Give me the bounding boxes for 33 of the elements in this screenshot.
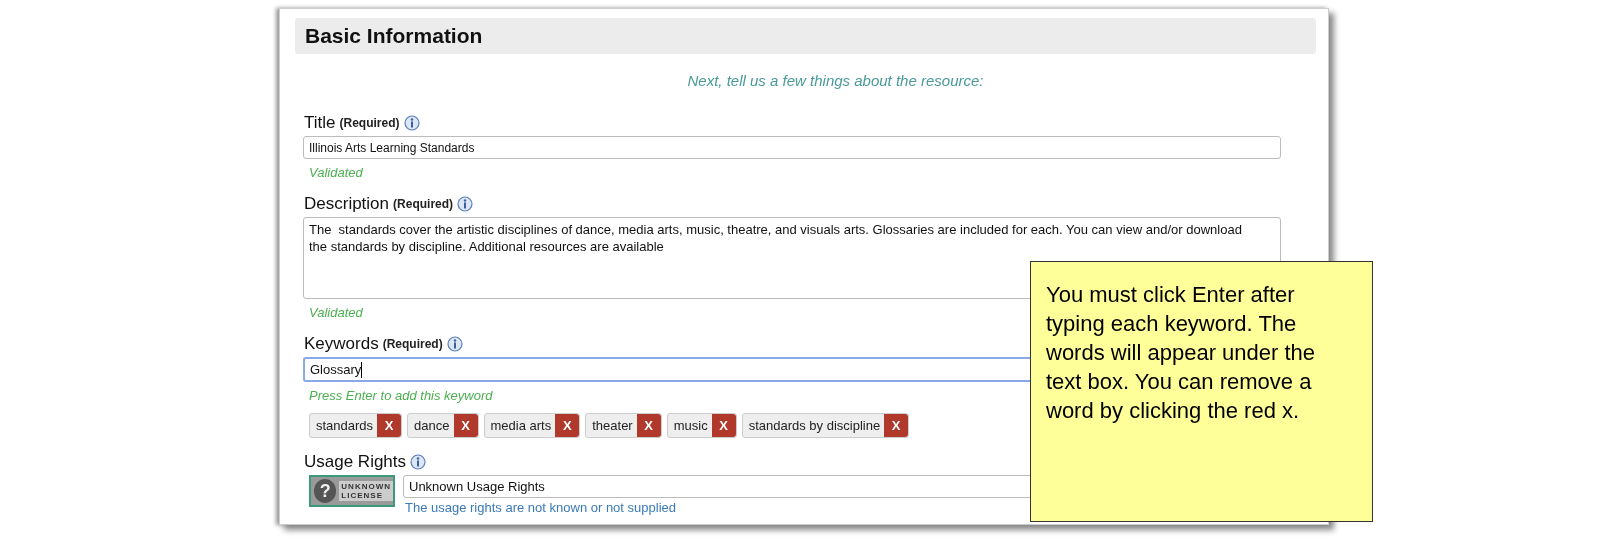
field-label: Description xyxy=(304,194,390,214)
remove-tag-button[interactable]: X xyxy=(884,414,909,437)
required-note: (Required) xyxy=(339,116,400,130)
title-field[interactable]: Illinois Arts Learning Standards xyxy=(303,136,1281,159)
rights-note: The usage rights are not known or not supplied xyxy=(405,500,677,515)
field-label: Keywords xyxy=(304,334,379,354)
field-label: Usage Rights xyxy=(304,452,407,472)
validation-message: Validated xyxy=(309,165,363,180)
tag-label: standards by discipline xyxy=(748,418,881,433)
remove-tag-button[interactable]: X xyxy=(453,414,478,437)
tag-label: music xyxy=(673,418,708,433)
question-mark: ? xyxy=(314,479,337,503)
tag-label: theater xyxy=(592,418,633,433)
info-icon[interactable] xyxy=(410,454,427,470)
required-note: (Required) xyxy=(382,337,443,351)
info-icon[interactable] xyxy=(446,336,463,352)
tag-label: dance xyxy=(414,418,450,433)
required-note: (Required) xyxy=(393,197,454,211)
field-label: Title xyxy=(304,113,336,133)
remove-tag-button[interactable]: X xyxy=(555,414,580,437)
info-icon[interactable] xyxy=(457,196,474,212)
info-icon[interactable] xyxy=(403,115,420,131)
validation-message: Validated xyxy=(309,305,363,320)
tag-label: standards xyxy=(316,418,374,433)
intro-text: Next, tell us a few things about the resource: xyxy=(687,72,984,89)
remove-tag-button[interactable]: X xyxy=(711,414,736,437)
tag-label: media arts xyxy=(490,418,552,433)
validation-message: Press Enter to add this keyword xyxy=(309,388,493,403)
remove-tag-button[interactable]: X xyxy=(377,414,402,437)
badge-text: UNKNOWN xyxy=(341,482,391,491)
badge-text: LICENSE xyxy=(341,491,384,500)
remove-tag-button[interactable]: X xyxy=(636,414,661,437)
section-title: Basic Information xyxy=(305,24,483,48)
